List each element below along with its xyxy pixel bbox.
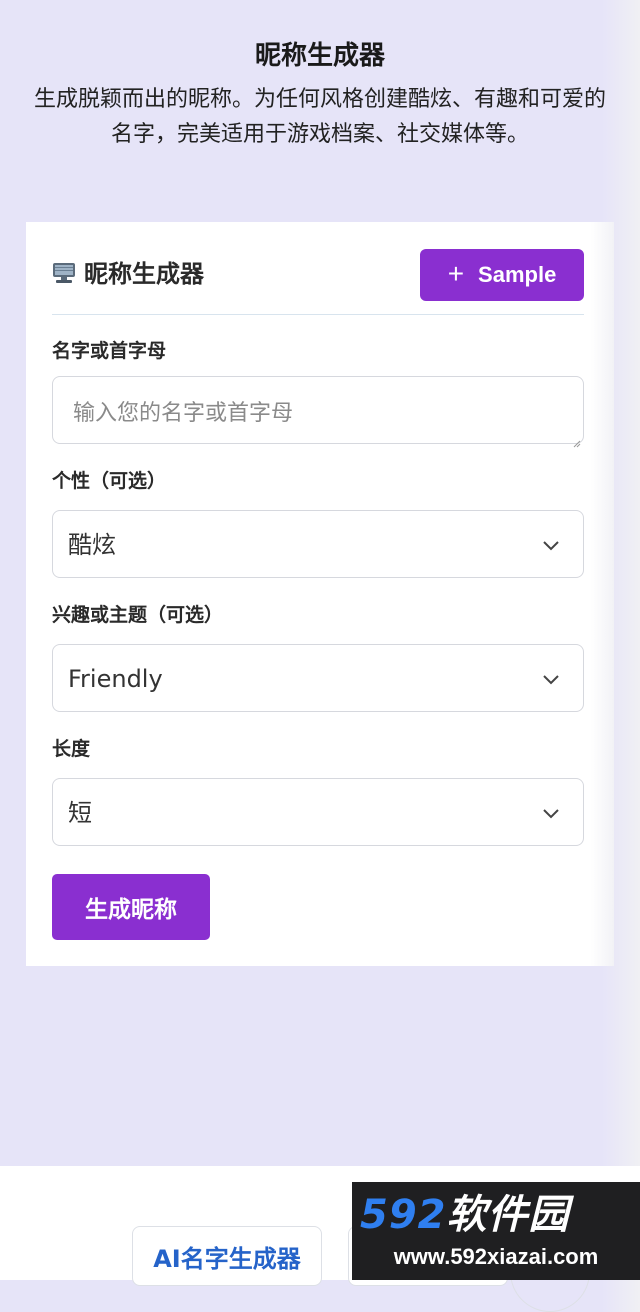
personality-select[interactable]: 酷炫 [52, 510, 584, 578]
name-input-wrapper [52, 376, 584, 448]
length-select-value: 短 [68, 799, 92, 827]
chevron-down-icon [541, 535, 561, 555]
resize-grip-icon[interactable] [573, 433, 581, 448]
generator-card: 昵称生成器 + Sample 名字或首字母 个性（可选） 酷炫 兴趣或主题（可选… [26, 222, 614, 966]
length-label: 长度 [52, 738, 91, 760]
footer-link-ai-name-generator[interactable]: AI名字生成器 [132, 1226, 322, 1286]
name-input[interactable] [53, 377, 583, 443]
chevron-down-icon [541, 669, 561, 689]
plus-icon: + [447, 257, 465, 289]
length-select[interactable]: 短 [52, 778, 584, 846]
computer-icon [52, 262, 76, 284]
page-title: 昵称生成器 [254, 41, 385, 71]
sample-button-label: Sample [478, 262, 557, 287]
personality-label: 个性（可选） [52, 470, 167, 492]
page-subtitle: 生成脱颖而出的昵称。为任何风格创建酷炫、有趣和可爱的名字，完美适用于游戏档案、社… [33, 87, 606, 147]
card-divider [52, 314, 584, 315]
generate-button[interactable]: 生成昵称 [52, 874, 210, 940]
personality-select-value: 酷炫 [68, 531, 116, 559]
interest-label: 兴趣或主题（可选） [52, 604, 224, 626]
sample-button[interactable]: + Sample [420, 249, 584, 301]
watermark-title: 592软件园 [360, 1192, 570, 1238]
card-header: 昵称生成器 + Sample [52, 248, 584, 302]
watermark-url: www.592xiazai.com [393, 1244, 599, 1269]
chevron-down-icon [541, 803, 561, 823]
interest-select[interactable]: Friendly [52, 644, 584, 712]
interest-select-value: Friendly [68, 665, 163, 693]
card-title: 昵称生成器 [84, 260, 204, 288]
watermark-logo: 592软件园 www.592xiazai.com [352, 1182, 640, 1280]
name-label: 名字或首字母 [52, 340, 167, 362]
